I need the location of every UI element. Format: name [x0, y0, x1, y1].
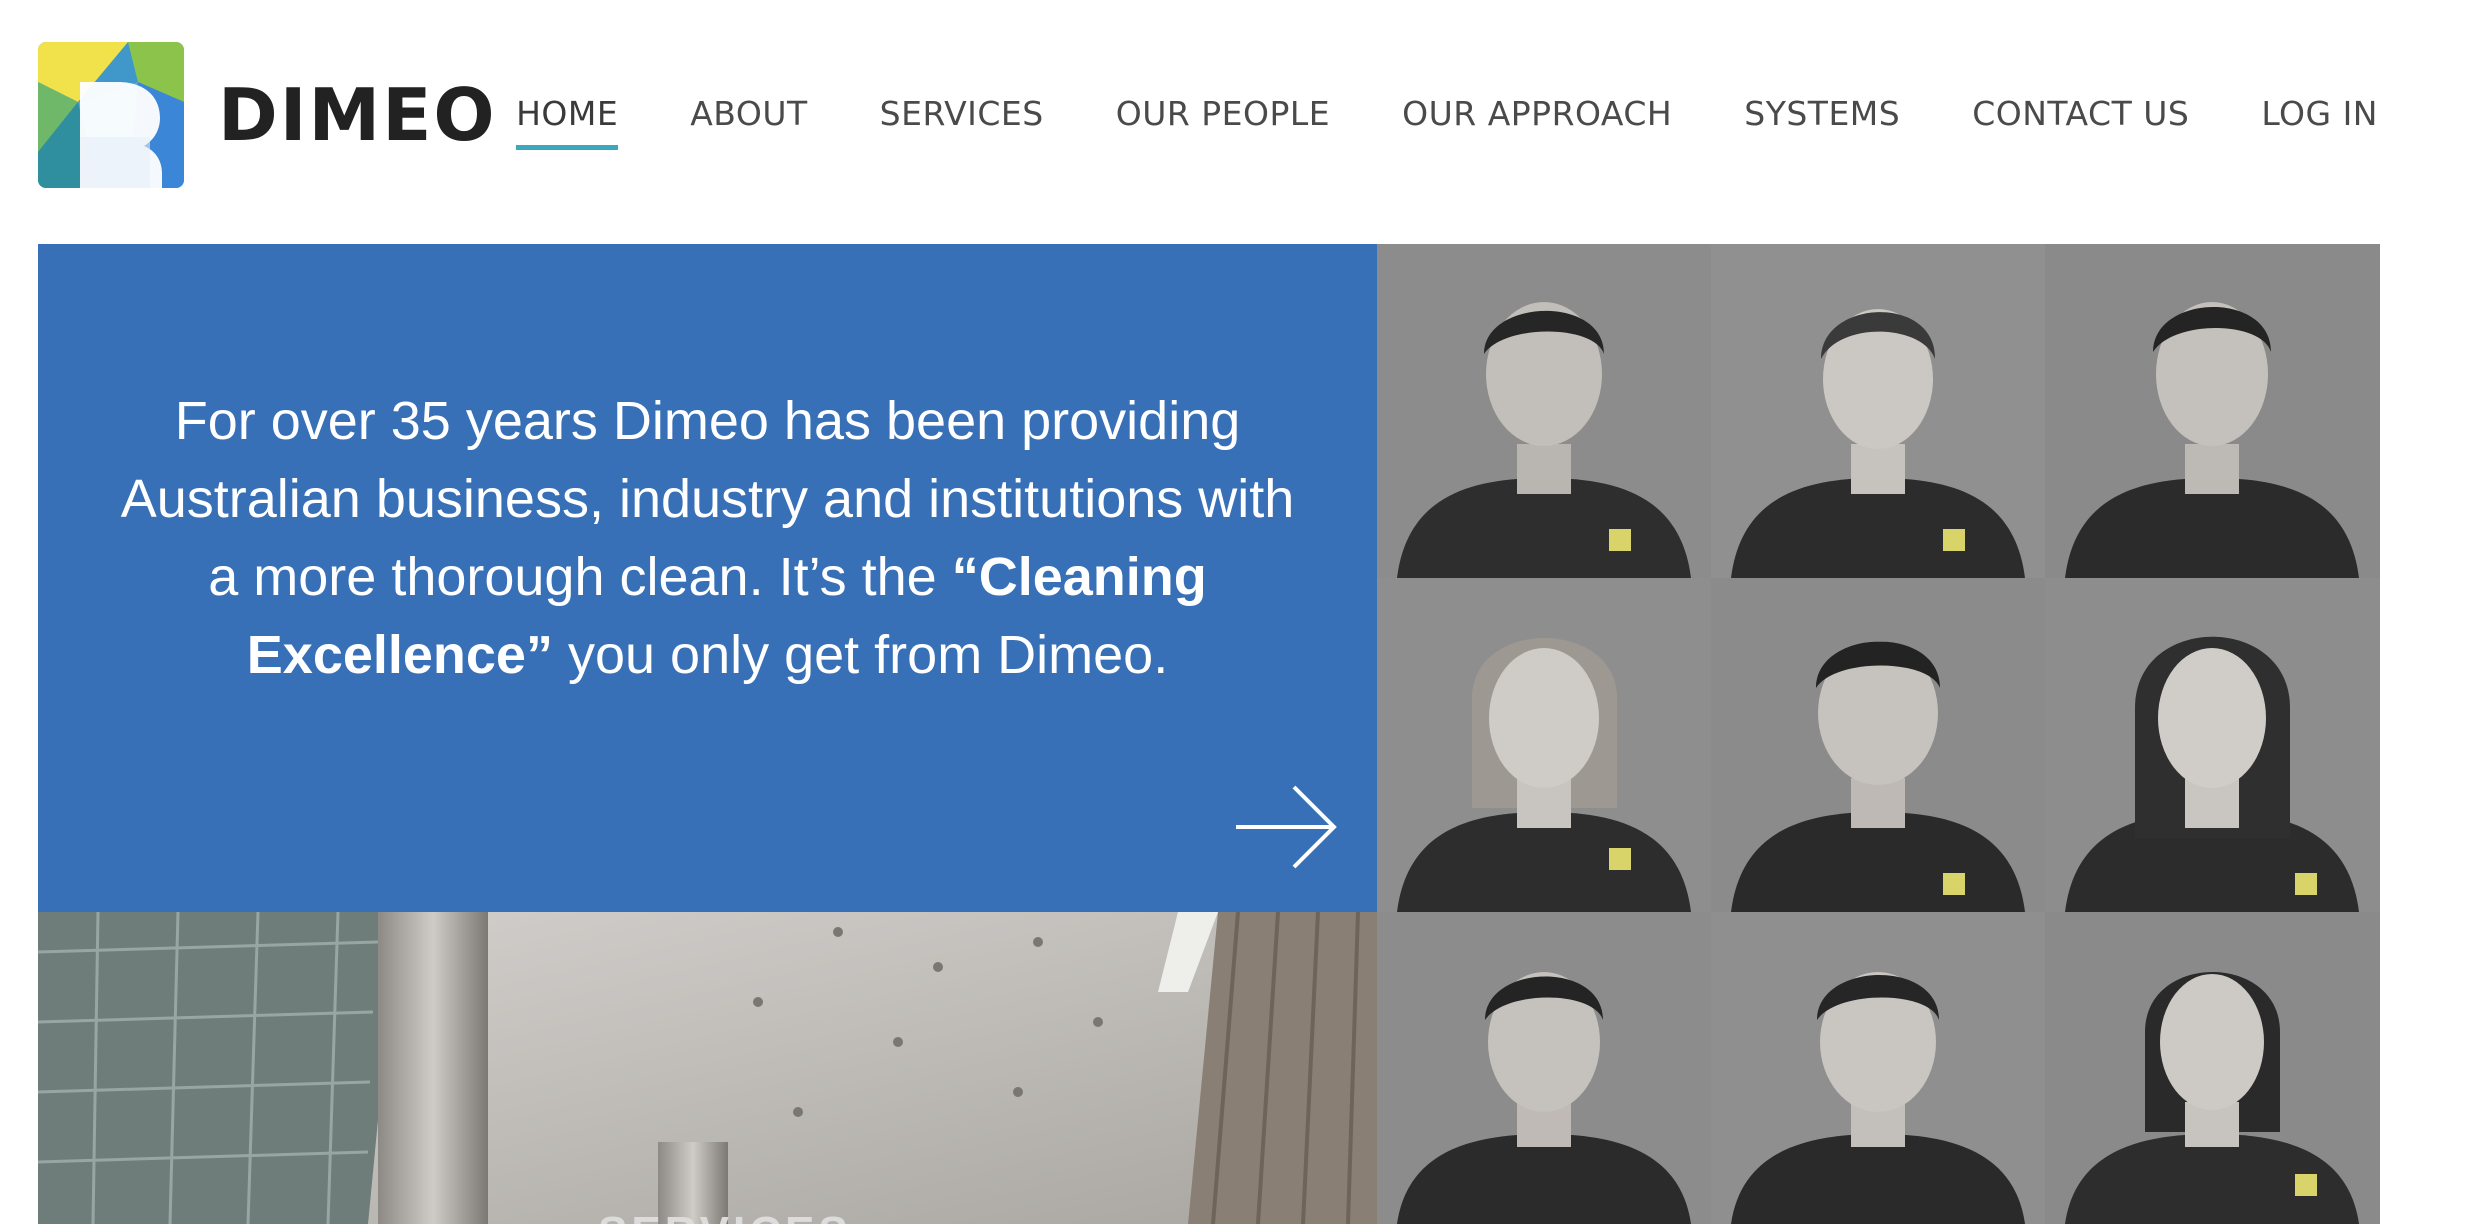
person-icon	[2045, 244, 2380, 578]
nav-about[interactable]: ABOUT	[690, 86, 807, 142]
nav-systems[interactable]: SYSTEMS	[1744, 86, 1900, 142]
nav-home[interactable]: HOME	[516, 86, 619, 150]
staff-photo[interactable]	[2045, 912, 2380, 1224]
services-caption: SERVICES	[598, 1208, 852, 1224]
main-content: For over 35 years Dimeo has been providi…	[38, 244, 2380, 1224]
building-image[interactable]: SERVICES	[38, 912, 1377, 1224]
staff-photo[interactable]	[1711, 578, 2045, 912]
main-nav: HOME ABOUT SERVICES OUR PEOPLE OUR APPRO…	[444, 86, 2378, 150]
person-icon	[2045, 578, 2380, 912]
staff-photo[interactable]	[1377, 244, 1711, 578]
arrow-right-icon[interactable]	[1234, 784, 1338, 870]
person-icon	[1711, 912, 2045, 1224]
dimeo-logo-icon	[38, 42, 184, 188]
staff-photo[interactable]	[1711, 244, 2045, 578]
nav-our-people[interactable]: OUR PEOPLE	[1116, 86, 1330, 142]
person-icon	[1711, 578, 2045, 912]
staff-photo[interactable]	[1711, 912, 2045, 1224]
hero-text-part2: you only get from Dimeo.	[552, 625, 1169, 685]
person-icon	[1711, 244, 2045, 578]
staff-photo[interactable]	[2045, 244, 2380, 578]
nav-our-approach[interactable]: OUR APPROACH	[1402, 86, 1672, 142]
nav-services[interactable]: SERVICES	[880, 86, 1044, 142]
hero-text: For over 35 years Dimeo has been providi…	[118, 382, 1297, 694]
people-grid	[1377, 244, 2380, 1224]
staff-photo[interactable]	[1377, 912, 1711, 1224]
person-icon	[1377, 912, 1711, 1224]
building-photo	[38, 912, 1377, 1224]
staff-photo[interactable]	[2045, 578, 2380, 912]
staff-photo[interactable]	[1377, 578, 1711, 912]
person-icon	[1377, 578, 1711, 912]
person-icon	[1377, 244, 1711, 578]
person-icon	[2045, 912, 2380, 1224]
hero-panel: For over 35 years Dimeo has been providi…	[38, 244, 1377, 912]
logo[interactable]: DIMEO	[38, 42, 497, 188]
nav-log-in[interactable]: LOG IN	[2261, 86, 2378, 142]
nav-contact-us[interactable]: CONTACT US	[1972, 86, 2189, 142]
